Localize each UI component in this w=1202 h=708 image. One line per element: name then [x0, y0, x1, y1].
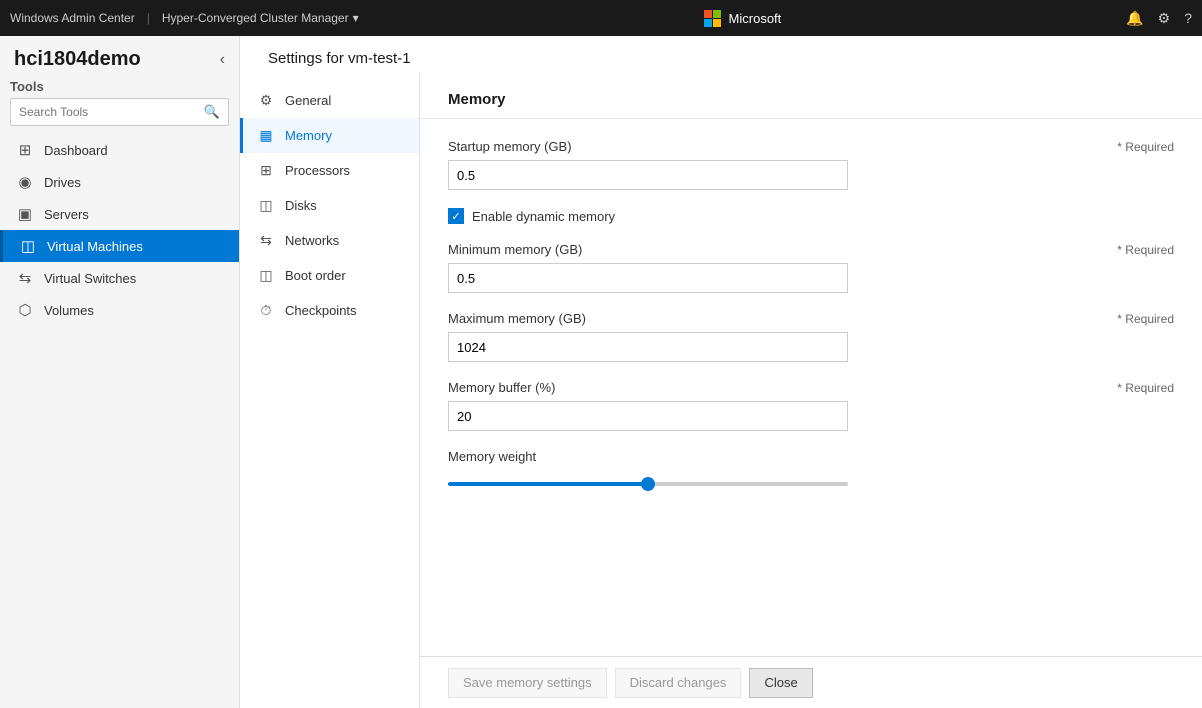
- buffer-row: Memory buffer (%) * Required: [448, 380, 1174, 431]
- sidebar-item-dashboard[interactable]: ⊞ Dashboard: [0, 134, 239, 166]
- settings-nav-label: Disks: [285, 198, 317, 213]
- settings-nav-disks[interactable]: ◫ Disks: [240, 188, 419, 223]
- settings-nav-boot-order[interactable]: ◫ Boot order: [240, 258, 419, 293]
- sidebar-item-drives[interactable]: ◉ Drives: [0, 166, 239, 198]
- startup-memory-input[interactable]: [448, 160, 848, 190]
- sidebar-item-servers[interactable]: ▣ Servers: [0, 198, 239, 230]
- buffer-input[interactable]: [448, 401, 848, 431]
- page-title: Settings for vm-test-1: [268, 50, 411, 67]
- settings-nav-networks[interactable]: ⇆ Networks: [240, 223, 419, 258]
- settings-nav-label: General: [285, 93, 331, 108]
- weight-container: Memory weight: [448, 449, 1174, 489]
- min-memory-label: Minimum memory (GB): [448, 242, 582, 257]
- sidebar-item-label: Drives: [44, 175, 81, 190]
- sidebar-search-box[interactable]: 🔍: [10, 98, 229, 126]
- settings-nav-memory[interactable]: ▦ Memory: [240, 118, 419, 153]
- max-memory-input[interactable]: [448, 332, 848, 362]
- save-button[interactable]: Save memory settings: [448, 668, 607, 698]
- sidebar-title: hci1804demo: [14, 48, 141, 71]
- settings-icon[interactable]: ⚙: [1158, 10, 1171, 27]
- min-memory-input[interactable]: [448, 263, 848, 293]
- page-title-section: Settings for vm-test-1: [240, 36, 1202, 73]
- drives-icon: ◉: [16, 173, 34, 191]
- sidebar-collapse-button[interactable]: ‹: [220, 51, 225, 69]
- buffer-required: * Required: [1117, 381, 1174, 395]
- checkpoints-icon: ⏱: [257, 302, 275, 319]
- topbar: Windows Admin Center | Hyper-Converged C…: [0, 0, 1202, 36]
- settings-nav-label: Boot order: [285, 268, 346, 283]
- search-icon: 🔍: [196, 99, 228, 125]
- right-area: Settings for vm-test-1 ⚙ General ▦ Memor…: [240, 36, 1202, 708]
- settings-nav-label: Processors: [285, 163, 350, 178]
- volumes-icon: ⬡: [16, 301, 34, 319]
- ms-logo-grid: [704, 10, 721, 27]
- sidebar-item-label: Dashboard: [44, 143, 108, 158]
- footer-bar: Save memory settings Discard changes Clo…: [420, 656, 1202, 708]
- dashboard-icon: ⊞: [16, 141, 34, 159]
- sidebar-item-label: Virtual Machines: [47, 239, 143, 254]
- settings-nav-processors[interactable]: ⊞ Processors: [240, 153, 419, 188]
- sidebar: hci1804demo ‹ Tools 🔍 ⊞ Dashboard ◉ Driv…: [0, 36, 240, 708]
- processors-icon: ⊞: [257, 162, 275, 179]
- content-heading: Memory: [448, 91, 1174, 108]
- virtual-switches-icon: ⇆: [16, 269, 34, 287]
- buffer-label: Memory buffer (%): [448, 380, 555, 395]
- sidebar-item-label: Virtual Switches: [44, 271, 136, 286]
- discard-button[interactable]: Discard changes: [615, 668, 742, 698]
- disks-icon: ◫: [257, 197, 275, 214]
- sidebar-item-label: Volumes: [44, 303, 94, 318]
- notification-icon[interactable]: 🔔: [1126, 10, 1143, 27]
- boot-order-icon: ◫: [257, 267, 275, 284]
- tools-label: Tools: [0, 79, 239, 98]
- settings-nav-label: Checkpoints: [285, 303, 357, 318]
- sidebar-item-volumes[interactable]: ⬡ Volumes: [0, 294, 239, 326]
- settings-panel: ⚙ General ▦ Memory ⊞ Processors ◫ Disks …: [240, 73, 1202, 708]
- enable-dynamic-label: Enable dynamic memory: [472, 209, 615, 224]
- settings-content: Memory Startup memory (GB) * Required: [420, 73, 1202, 708]
- search-input[interactable]: [11, 100, 196, 124]
- min-memory-required: * Required: [1117, 243, 1174, 257]
- sidebar-item-virtual-switches[interactable]: ⇆ Virtual Switches: [0, 262, 239, 294]
- servers-icon: ▣: [16, 205, 34, 223]
- settings-nav-label: Memory: [285, 128, 332, 143]
- main-layout: hci1804demo ‹ Tools 🔍 ⊞ Dashboard ◉ Driv…: [0, 36, 1202, 708]
- settings-body: Startup memory (GB) * Required ✓ Enable …: [420, 119, 1202, 656]
- startup-memory-required: * Required: [1117, 140, 1174, 154]
- general-icon: ⚙: [257, 92, 275, 109]
- close-button[interactable]: Close: [749, 668, 812, 698]
- settings-nav: ⚙ General ▦ Memory ⊞ Processors ◫ Disks …: [240, 73, 420, 708]
- max-memory-required: * Required: [1117, 312, 1174, 326]
- enable-dynamic-row[interactable]: ✓ Enable dynamic memory: [448, 208, 1174, 224]
- max-memory-row: Maximum memory (GB) * Required: [448, 311, 1174, 362]
- memory-icon: ▦: [257, 127, 275, 144]
- sidebar-item-virtual-machines[interactable]: ◫ Virtual Machines: [0, 230, 239, 262]
- settings-content-header: Memory: [420, 73, 1202, 119]
- sidebar-item-label: Servers: [44, 207, 89, 222]
- startup-memory-label: Startup memory (GB): [448, 139, 572, 154]
- startup-memory-row: Startup memory (GB) * Required: [448, 139, 1174, 190]
- sidebar-nav: ⊞ Dashboard ◉ Drives ▣ Servers ◫ Virtual…: [0, 134, 239, 708]
- settings-nav-general[interactable]: ⚙ General: [240, 83, 419, 118]
- networks-icon: ⇆: [257, 232, 275, 249]
- help-icon[interactable]: ?: [1184, 10, 1192, 26]
- enable-dynamic-checkbox[interactable]: ✓: [448, 208, 464, 224]
- microsoft-logo: Microsoft: [704, 10, 782, 27]
- app-name: Windows Admin Center: [10, 11, 135, 25]
- weight-label: Memory weight: [448, 449, 1174, 464]
- settings-nav-checkpoints[interactable]: ⏱ Checkpoints: [240, 293, 419, 328]
- cluster-manager[interactable]: Hyper-Converged Cluster Manager ▾: [162, 11, 359, 25]
- min-memory-row: Minimum memory (GB) * Required: [448, 242, 1174, 293]
- weight-slider[interactable]: [448, 482, 848, 486]
- max-memory-label: Maximum memory (GB): [448, 311, 586, 326]
- checkmark-icon: ✓: [451, 210, 460, 223]
- settings-nav-label: Networks: [285, 233, 339, 248]
- vm-icon: ◫: [19, 237, 37, 255]
